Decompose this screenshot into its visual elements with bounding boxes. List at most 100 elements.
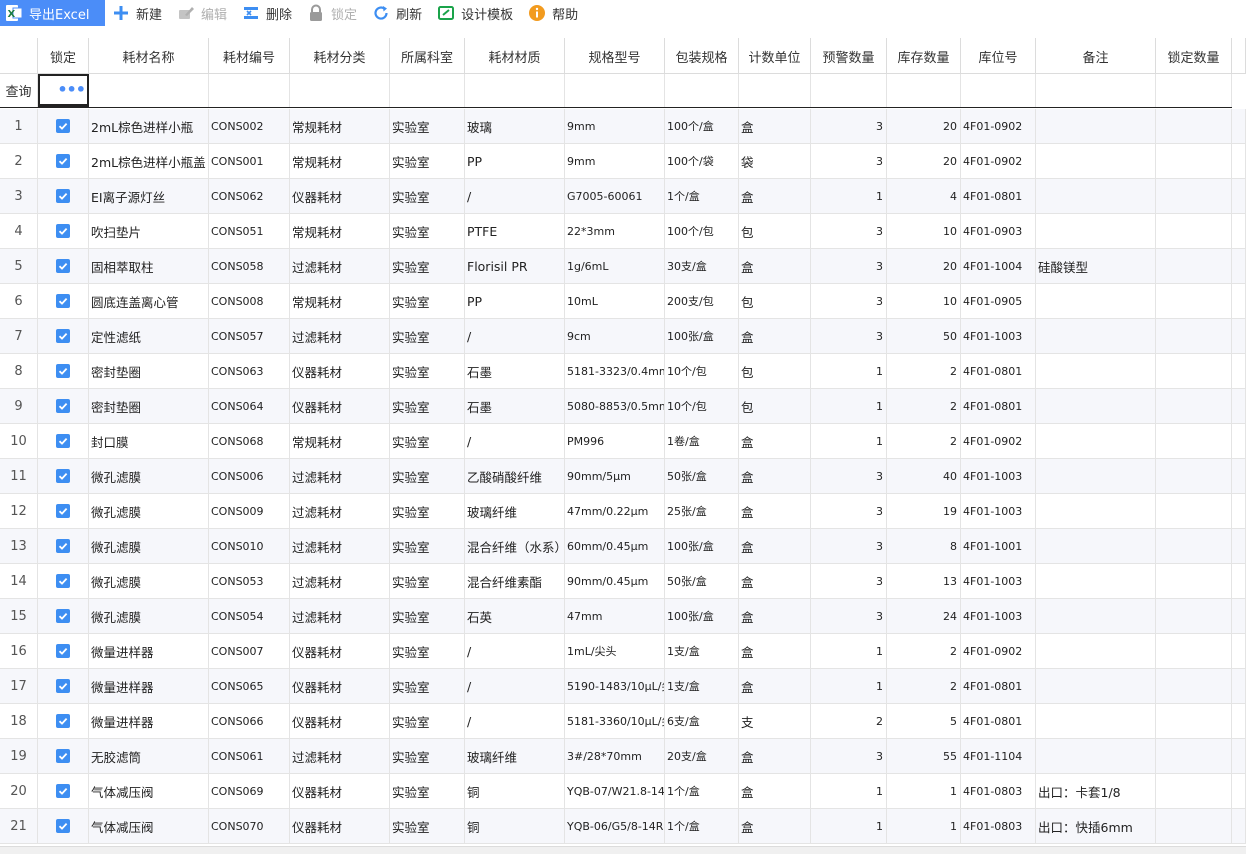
table-row[interactable]: 13 微孔滤膜 CONS010 过滤耗材 实验室 混合纤维（水系） 60mm/0.45μm 1…: [0, 529, 1246, 564]
column-header-spec[interactable]: 规格型号: [565, 38, 665, 74]
column-header-category[interactable]: 耗材分类: [290, 38, 390, 74]
checkbox-checked-icon[interactable]: [56, 189, 70, 203]
checkbox-checked-icon[interactable]: [56, 434, 70, 448]
help-button[interactable]: 帮助: [521, 0, 586, 26]
query-filter-pack[interactable]: [665, 74, 739, 107]
lock-checkbox[interactable]: [38, 704, 89, 738]
lock-checkbox[interactable]: [38, 109, 89, 143]
delete-button[interactable]: 删除: [235, 0, 300, 26]
table-row[interactable]: 20 气体减压阀 CONS069 仪器耗材 实验室铜 YQB-07/W21.8-14R 1个…: [0, 774, 1246, 809]
column-header-unit[interactable]: 计数单位: [739, 38, 811, 74]
column-header-locked[interactable]: 锁定: [38, 38, 89, 74]
query-filter-spec[interactable]: [565, 74, 665, 107]
table-row[interactable]: 3 EI离子源灯丝 CONS062 仪器耗材 实验室 / G7005-60061 1个/盒盒 1…: [0, 179, 1246, 214]
table-row[interactable]: 1 2mL棕色进样小瓶 CONS002 常规耗材 实验室 玻璃 9mm 100个/盒盒 3 20 4…: [0, 109, 1246, 144]
checkbox-checked-icon[interactable]: [56, 504, 70, 518]
lock-checkbox[interactable]: [38, 494, 89, 528]
table-row[interactable]: 11 微孔滤膜 CONS006 过滤耗材 实验室 乙酸硝酸纤维 90mm/5μm 50张/盒盒…: [0, 459, 1246, 494]
checkbox-checked-icon[interactable]: [56, 819, 70, 833]
table-row[interactable]: 9 密封垫圈 CONS064 仪器耗材 实验室 石墨 5080-8853/0.5mm 10个/…: [0, 389, 1246, 424]
checkbox-checked-icon[interactable]: [56, 119, 70, 133]
lock-checkbox[interactable]: [38, 284, 89, 318]
query-filter-locked[interactable]: •••: [38, 74, 89, 107]
query-filter-location[interactable]: [961, 74, 1036, 107]
column-header-dept[interactable]: 所属科室: [390, 38, 465, 74]
lock-checkbox[interactable]: [38, 179, 89, 213]
query-filter-warn[interactable]: [811, 74, 887, 107]
query-filter-dept[interactable]: [390, 74, 465, 107]
lock-checkbox[interactable]: [38, 459, 89, 493]
lock-checkbox[interactable]: [38, 669, 89, 703]
checkbox-checked-icon[interactable]: [56, 539, 70, 553]
lock-checkbox[interactable]: [38, 144, 89, 178]
query-filter-note[interactable]: [1036, 74, 1156, 107]
export-excel-button[interactable]: X 导出Excel: [0, 0, 105, 26]
table-row[interactable]: 15 微孔滤膜 CONS054 过滤耗材 实验室 石英 47mm 100张/盒盒 3 24 4F01…: [0, 599, 1246, 634]
table-row[interactable]: 18 微量进样器 CONS066 仪器耗材 实验室/5181-3360/10μL/尖 6支…: [0, 704, 1246, 739]
lock-checkbox[interactable]: [38, 634, 89, 668]
design-template-button[interactable]: 设计模板: [430, 0, 521, 26]
lock-checkbox[interactable]: [38, 599, 89, 633]
lock-checkbox[interactable]: [38, 529, 89, 563]
query-filter-category[interactable]: [290, 74, 390, 107]
column-header-stock[interactable]: 库存数量: [887, 38, 961, 74]
table-row[interactable]: 19 无胶滤筒 CONS061 过滤耗材 实验室 玻璃纤维 3#/28*70mm 20支/盒盒…: [0, 739, 1246, 774]
edit-button[interactable]: 编辑: [170, 0, 235, 26]
table-row[interactable]: 7 定性滤纸 CONS057 过滤耗材 实验室/9cm 100张/盒盒 3 50 4F01-10…: [0, 319, 1246, 354]
table-row[interactable]: 17 微量进样器 CONS065 仪器耗材 实验室/5190-1483/10μL/尖 1支…: [0, 669, 1246, 704]
table-row[interactable]: 14 微孔滤膜 CONS053 过滤耗材 实验室 混合纤维素酯 90mm/0.45μm 50张…: [0, 564, 1246, 599]
column-header-location[interactable]: 库位号: [961, 38, 1036, 74]
lock-checkbox[interactable]: [38, 809, 89, 843]
checkbox-checked-icon[interactable]: [56, 399, 70, 413]
query-filter-stock[interactable]: [887, 74, 961, 107]
refresh-button[interactable]: 刷新: [365, 0, 430, 26]
table-row[interactable]: 16 微量进样器 CONS007 仪器耗材 实验室/1mL/尖头 1支/盒盒 1 2 4F01-…: [0, 634, 1246, 669]
lock-checkbox[interactable]: [38, 424, 89, 458]
checkbox-checked-icon[interactable]: [56, 364, 70, 378]
lock-checkbox[interactable]: [38, 564, 89, 598]
query-filter-code[interactable]: [209, 74, 290, 107]
column-header-material[interactable]: 耗材材质: [465, 38, 565, 74]
query-filter-material[interactable]: [465, 74, 565, 107]
checkbox-checked-icon[interactable]: [56, 679, 70, 693]
checkbox-checked-icon[interactable]: [56, 469, 70, 483]
checkbox-checked-icon[interactable]: [56, 784, 70, 798]
checkbox-checked-icon[interactable]: [56, 574, 70, 588]
table-row[interactable]: 21 气体减压阀 CONS070 仪器耗材 实验室铜 YQB-06/G5/8-14RH 1个…: [0, 809, 1246, 844]
checkbox-checked-icon[interactable]: [56, 154, 70, 168]
checkbox-checked-icon[interactable]: [56, 749, 70, 763]
table-row[interactable]: 12 微孔滤膜 CONS009 过滤耗材 实验室 玻璃纤维 47mm/0.22μm 25张/盒…: [0, 494, 1246, 529]
column-header-note[interactable]: 备注: [1036, 38, 1156, 74]
table-row[interactable]: 4 吹扫垫片 CONS051 常规耗材 实验室 PTFE 22*3mm 100个/包包 3 10 4…: [0, 214, 1246, 249]
query-filter-name[interactable]: [89, 74, 209, 107]
checkbox-checked-icon[interactable]: [56, 329, 70, 343]
lock-checkbox[interactable]: [38, 214, 89, 248]
new-button[interactable]: 新建: [105, 0, 170, 26]
checkbox-checked-icon[interactable]: [56, 714, 70, 728]
lock-checkbox[interactable]: [38, 774, 89, 808]
more-options-icon[interactable]: •••: [57, 82, 86, 98]
checkbox-checked-icon[interactable]: [56, 294, 70, 308]
lock-checkbox[interactable]: [38, 389, 89, 423]
table-row[interactable]: 10 封口膜 CONS068 常规耗材 实验室 / PM996 1卷/盒盒 1 2 4F01-090…: [0, 424, 1246, 459]
query-filter-locked-qty[interactable]: [1156, 74, 1232, 107]
table-row[interactable]: 8 密封垫圈 CONS063 仪器耗材 实验室 石墨 5181-3323/0.4mm 10个/…: [0, 354, 1246, 389]
checkbox-checked-icon[interactable]: [56, 224, 70, 238]
table-row[interactable]: 5 固相萃取柱 CONS058 过滤耗材 实验室 Florisil PR 1g/6mL 30支…: [0, 249, 1246, 284]
lock-button[interactable]: 锁定: [300, 0, 365, 26]
table-row[interactable]: 2 2mL棕色进样小瓶盖 CONS001 常规耗材 实验室 PP 9mm 100个/袋袋 3 20…: [0, 144, 1246, 179]
table-row[interactable]: 6 圆底连盖离心管 CONS008 常规耗材 实验室 PP 10mL 200支/包包 3 10 4F…: [0, 284, 1246, 319]
checkbox-checked-icon[interactable]: [56, 259, 70, 273]
checkbox-checked-icon[interactable]: [56, 644, 70, 658]
lock-checkbox[interactable]: [38, 249, 89, 283]
lock-checkbox[interactable]: [38, 354, 89, 388]
horizontal-scrollbar[interactable]: [0, 846, 1246, 854]
lock-checkbox[interactable]: [38, 319, 89, 353]
column-header-pack[interactable]: 包装规格: [665, 38, 739, 74]
query-filter-unit[interactable]: [739, 74, 811, 107]
column-header-code[interactable]: 耗材编号: [209, 38, 290, 74]
column-header-name[interactable]: 耗材名称: [89, 38, 209, 74]
checkbox-checked-icon[interactable]: [56, 609, 70, 623]
column-header-locked-qty[interactable]: 锁定数量: [1156, 38, 1232, 74]
lock-checkbox[interactable]: [38, 739, 89, 773]
